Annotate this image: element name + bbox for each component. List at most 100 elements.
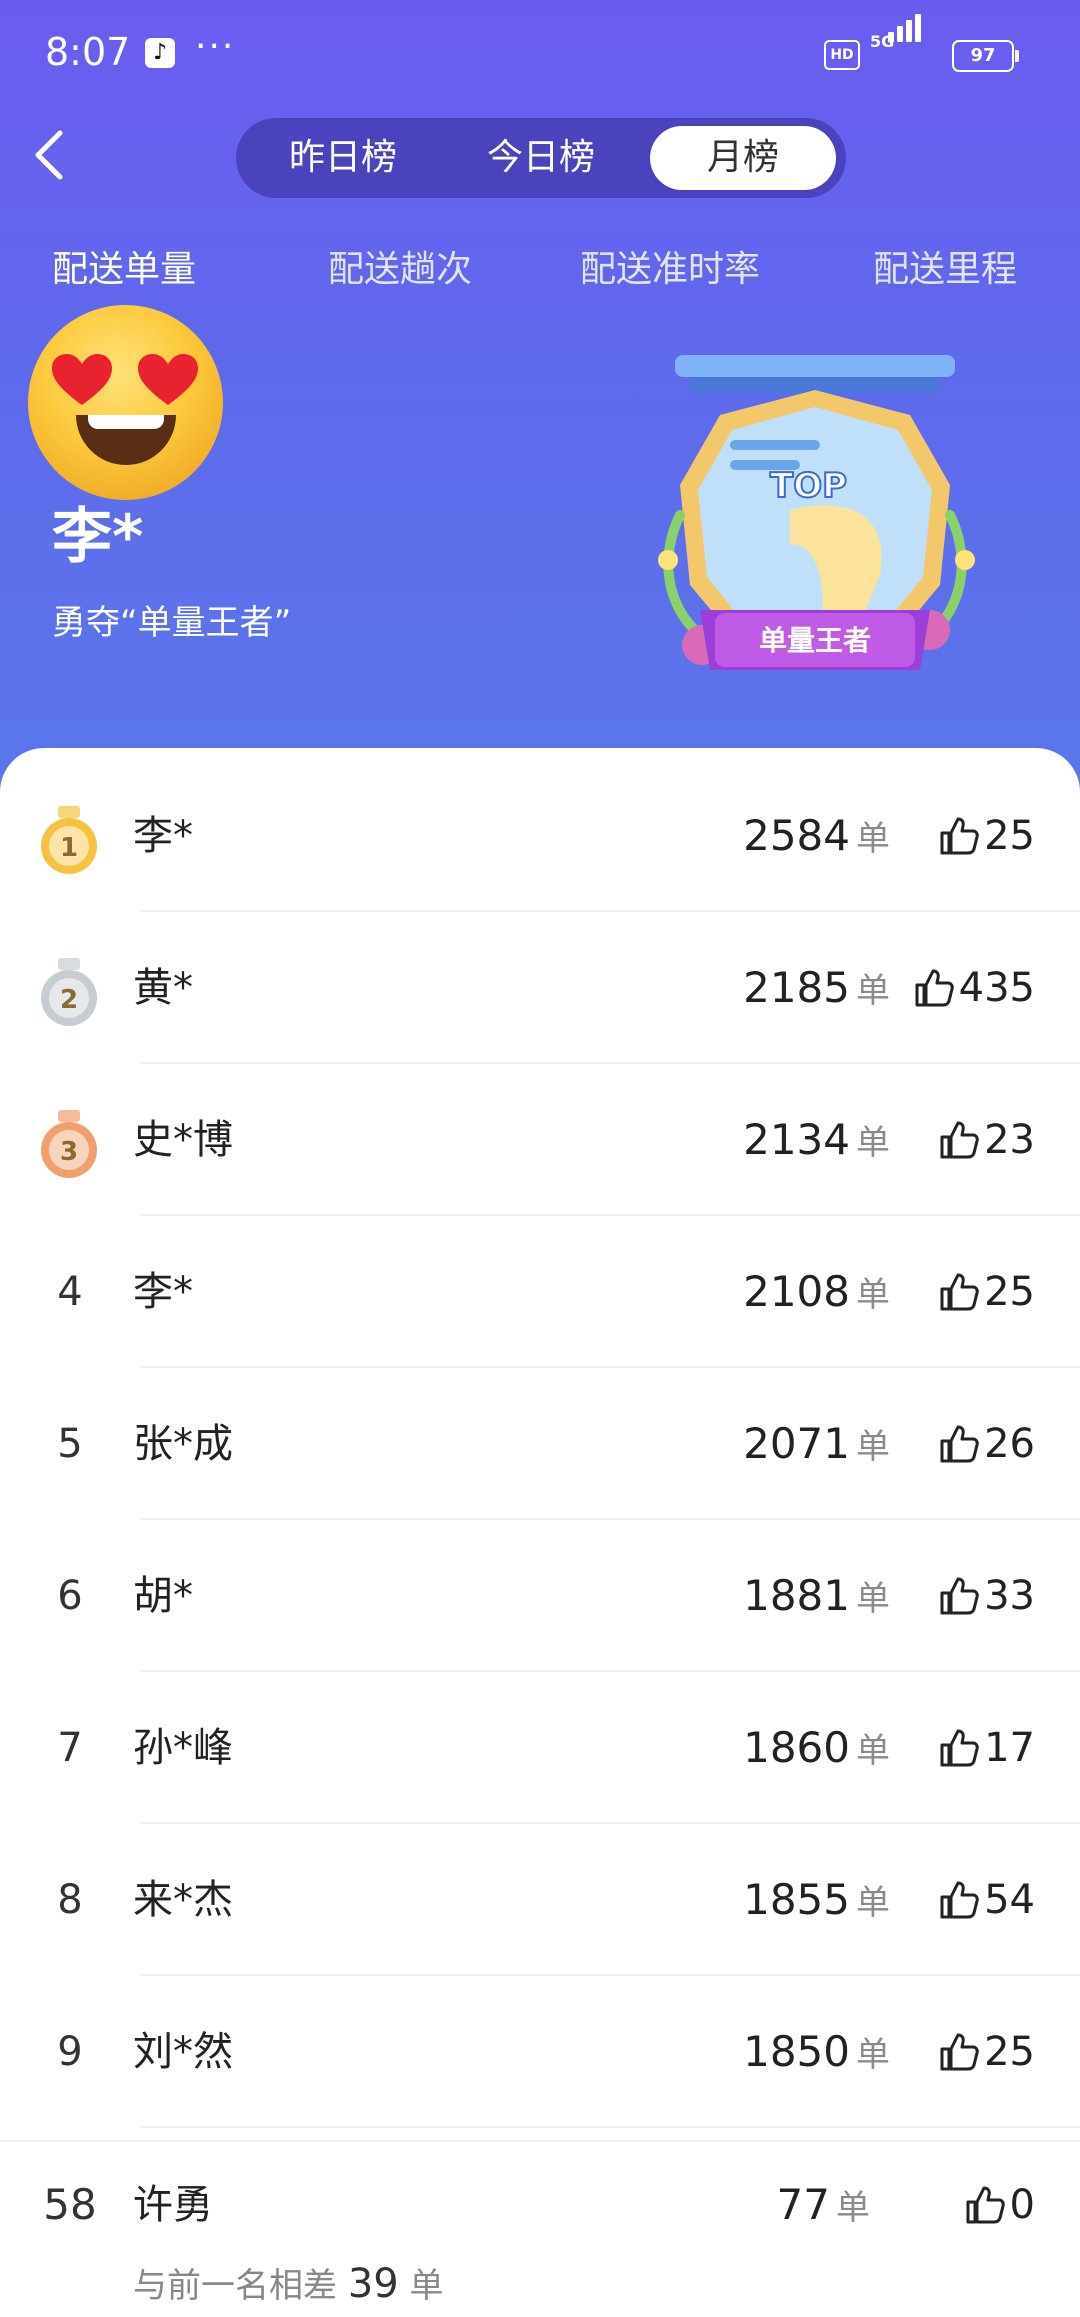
silver-medal-icon: 2 [41, 958, 97, 1026]
signal-icon: 5G [870, 14, 940, 72]
status-bar: 8:07 ♪ ··· HD 5G 97 [0, 0, 1080, 110]
ranking-row: 7 孙*峰 1860 单 17 [0, 1672, 1080, 1824]
order-value: 1860 [743, 1723, 850, 1772]
rank-number: 9 [57, 2029, 83, 2075]
like-button[interactable]: 17 [938, 1672, 1035, 1824]
back-button[interactable] [30, 125, 90, 195]
order-unit: 单 [836, 2188, 870, 2228]
courier-name: 刘*然 [133, 2029, 233, 2075]
emoji-mouth [76, 415, 176, 465]
order-count: 2108 单 [743, 1216, 890, 1368]
like-button[interactable]: 435 [913, 912, 1035, 1064]
leader-title: 勇夺“单量王者” [52, 603, 292, 643]
order-unit: 单 [856, 1427, 890, 1467]
rank-number: 4 [57, 1269, 83, 1315]
battery-icon: 97 [952, 40, 1019, 72]
order-value: 2134 [743, 1115, 850, 1164]
header-banner: 8:07 ♪ ··· HD 5G 97 昨日榜 今日榜 月榜 配送单量 配送趟次… [0, 0, 1080, 820]
thumbs-up-icon [966, 2186, 1005, 2224]
category-on-time-rate[interactable]: 配送准时率 [580, 240, 760, 292]
gap-label: 与前一名相差 [133, 2266, 337, 2306]
courier-name: 李* [133, 813, 193, 859]
courier-name: 孙*峰 [133, 1725, 233, 1771]
hd-icon: HD [824, 40, 860, 70]
likes-count: 23 [984, 1117, 1035, 1163]
thumbs-up-icon [940, 1273, 979, 1311]
rank-number: 5 [57, 1421, 83, 1467]
likes-count: 25 [984, 1269, 1035, 1315]
order-value: 2071 [743, 1419, 850, 1468]
likes-count: 17 [984, 1725, 1035, 1771]
courier-name: 黄* [133, 965, 193, 1011]
likes-count: 54 [984, 1877, 1035, 1923]
tiktok-icon: ♪ [145, 38, 175, 68]
courier-name: 史*博 [133, 1117, 233, 1163]
courier-name: 张*成 [133, 1421, 233, 1467]
like-button[interactable]: 54 [938, 1824, 1035, 1976]
order-value: 2185 [743, 963, 850, 1012]
tab-monthly[interactable]: 月榜 [650, 126, 836, 190]
gap-value: 39 [347, 2261, 399, 2307]
like-button[interactable]: 23 [938, 1064, 1035, 1216]
order-unit: 单 [856, 1275, 890, 1315]
thumbs-up-icon [940, 1577, 979, 1615]
order-count: 1860 单 [743, 1672, 890, 1824]
ranking-row: 5 张*成 2071 单 26 [0, 1368, 1080, 1520]
order-value: 1855 [743, 1875, 850, 1924]
bronze-medal-icon: 3 [41, 1110, 97, 1178]
leader-name: 李* [52, 502, 144, 572]
like-button[interactable]: 25 [938, 1216, 1035, 1368]
thumbs-up-icon [940, 2033, 979, 2071]
chevron-left-icon [35, 130, 63, 180]
ranking-row: 8 来*杰 1855 单 54 [0, 1824, 1080, 1976]
likes-count: 25 [984, 2029, 1035, 2075]
my-like-button[interactable]: 0 [964, 2140, 1035, 2270]
thumbs-up-icon [915, 969, 954, 1007]
order-count: 2185 单 [743, 912, 890, 1064]
order-value: 1850 [743, 2027, 850, 2076]
thumbs-up-icon [940, 817, 979, 855]
ranking-row: 6 胡* 1881 单 33 [0, 1520, 1080, 1672]
my-order-value: 77 [776, 2180, 830, 2229]
likes-count: 26 [984, 1421, 1035, 1467]
like-button[interactable]: 26 [938, 1368, 1035, 1520]
gap-unit: 单 [409, 2266, 444, 2306]
likes-count: 25 [984, 813, 1035, 859]
tab-today[interactable]: 今日榜 [446, 126, 636, 190]
tab-yesterday[interactable]: 昨日榜 [248, 126, 438, 190]
like-button[interactable]: 25 [938, 1976, 1035, 2128]
thumbs-up-icon [940, 1121, 979, 1159]
category-tabs: 配送单量 配送趟次 配送准时率 配送里程 [0, 240, 1080, 300]
order-value: 1881 [743, 1571, 850, 1620]
category-mileage[interactable]: 配送里程 [873, 240, 1017, 292]
order-count: 2134 单 [743, 1064, 890, 1216]
order-unit: 单 [856, 1123, 890, 1163]
ranking-row: 4 李* 2108 单 25 [0, 1216, 1080, 1368]
thumbs-up-icon [940, 1729, 979, 1767]
heart-icon [52, 354, 112, 405]
medal-rank-number: 3 [60, 1137, 78, 1167]
status-time: 8:07 [45, 30, 131, 74]
badge-top-text: TOP [770, 466, 847, 506]
gap-to-previous: 与前一名相差 39 单 [133, 2258, 444, 2307]
courier-name: 李* [133, 1269, 193, 1315]
ranking-row: 3 史*博 2134 单 23 [0, 1064, 1080, 1216]
thumbs-up-icon [940, 1881, 979, 1919]
order-count: 2071 单 [743, 1368, 890, 1520]
like-button[interactable]: 33 [938, 1520, 1035, 1672]
medal-rank-number: 2 [60, 985, 78, 1015]
like-button[interactable]: 25 [938, 760, 1035, 912]
period-tabs: 昨日榜 今日榜 月榜 [236, 118, 846, 198]
order-count: 1850 单 [743, 1976, 890, 2128]
category-order-count[interactable]: 配送单量 [52, 240, 196, 292]
order-unit: 单 [856, 1731, 890, 1771]
medal-rank-number: 1 [60, 833, 78, 863]
order-value: 2108 [743, 1267, 850, 1316]
heart-eyes-emoji-avatar [28, 305, 223, 500]
order-count: 1881 单 [743, 1520, 890, 1672]
my-rank-row: 58 许勇 77 单 0 与前一名相差 39 单 [0, 2140, 1080, 2317]
category-trip-count[interactable]: 配送趟次 [328, 240, 472, 292]
my-rank-number: 58 [43, 2180, 97, 2229]
order-unit: 单 [856, 1579, 890, 1619]
trophy-badge-icon: TOP 单量王者 [658, 355, 975, 670]
